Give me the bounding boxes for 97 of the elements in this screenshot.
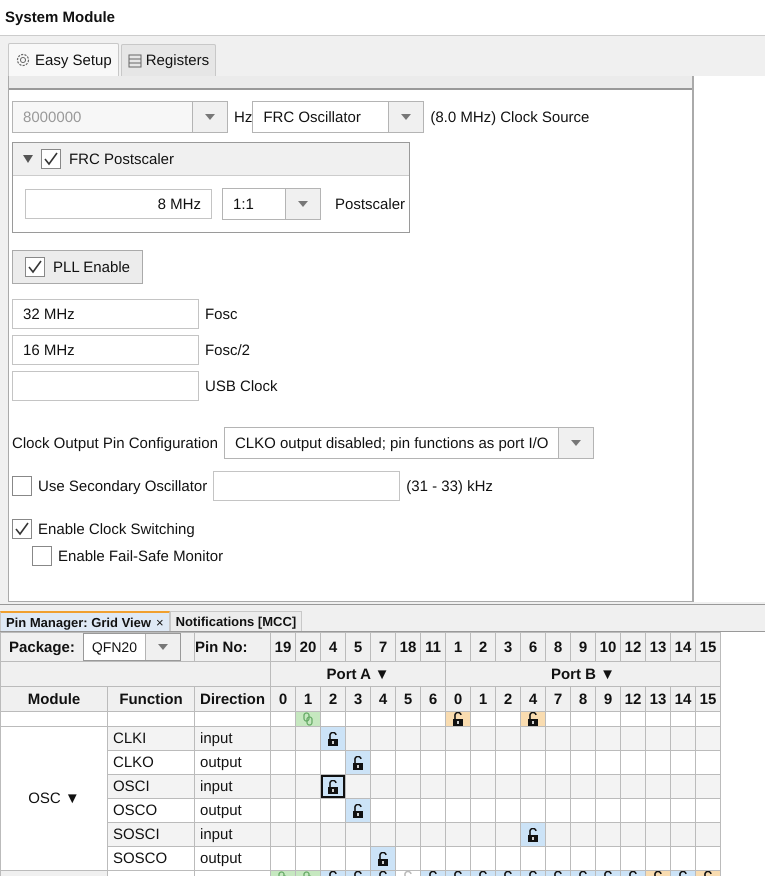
pin-cell[interactable] (520, 712, 546, 726)
table-cell: input (194, 726, 270, 750)
pin-cell[interactable] (346, 798, 370, 822)
pin-number: 5 (346, 632, 370, 662)
checkbox[interactable] (12, 519, 32, 539)
clock-source-dropdown[interactable]: FRC Oscillator (252, 101, 424, 133)
pin-number: 19 (270, 632, 296, 662)
bit-number: 15 (696, 686, 720, 712)
collapse-triangle-icon[interactable] (23, 155, 33, 163)
pin-cell[interactable] (346, 750, 370, 774)
bit-number: 2 (320, 686, 346, 712)
field-label: Fosc/2 (205, 342, 250, 358)
bit-number: 0 (446, 686, 470, 712)
package-label: Package: (9, 638, 75, 656)
column-header: Function (108, 686, 194, 712)
port-header[interactable]: Port B ▼ (446, 662, 720, 686)
pin-number: 12 (620, 632, 646, 662)
input-field[interactable] (213, 471, 400, 501)
pin-cell[interactable] (446, 712, 470, 726)
package-dropdown[interactable]: QFN20 (82, 634, 181, 660)
column-header: Direction (194, 686, 270, 712)
bit-number: 12 (620, 686, 646, 712)
clock-output-dropdown[interactable]: CLKO output disabled; pin functions as port I/O (224, 427, 594, 459)
tab[interactable]: Registers (120, 44, 216, 76)
window-title: System Module (5, 9, 116, 26)
group-title: FRC Postscaler (69, 150, 174, 168)
pin-cell[interactable] (296, 712, 320, 726)
pin-cell[interactable] (370, 846, 396, 870)
pin-number: 10 (596, 632, 620, 662)
field-label: Fosc (205, 306, 238, 322)
tab[interactable]: Pin Manager: Grid View × (0, 611, 170, 631)
pin-cell[interactable] (520, 822, 546, 846)
bit-number: 6 (420, 686, 446, 712)
table-cell: input (194, 822, 270, 846)
pin-number: 7 (370, 632, 396, 662)
bit-number: 5 (396, 686, 420, 712)
frequency-field[interactable]: 32 MHz (12, 299, 199, 329)
bit-number: 4 (520, 686, 546, 712)
bit-number: 14 (670, 686, 696, 712)
frequency-field[interactable] (12, 371, 199, 401)
frequency-field[interactable]: 8 MHz (25, 189, 212, 219)
pll-enable-toggle[interactable]: PLL Enable (12, 250, 144, 284)
checkbox-label: Use Secondary Oscillator (38, 478, 208, 494)
checkbox[interactable] (25, 257, 45, 277)
pin-number-label: Pin No: (194, 632, 270, 662)
bit-number: 13 (646, 686, 670, 712)
ratio-dropdown[interactable]: 1:1 (222, 188, 321, 220)
postscaler-label: Postscaler (335, 196, 406, 212)
checkbox-label: Enable Fail-Safe Monitor (58, 548, 224, 564)
pin-number: 6 (520, 632, 546, 662)
pin-cell[interactable] (320, 726, 346, 750)
module-cell[interactable]: OSC ▼ (0, 726, 108, 870)
pin-number: 3 (496, 632, 520, 662)
bit-number: 8 (570, 686, 596, 712)
pin-cell[interactable] (320, 774, 346, 798)
bit-number: 4 (370, 686, 396, 712)
pin-number: 20 (296, 632, 320, 662)
pin-number: 2 (470, 632, 496, 662)
pin-number: 1 (446, 632, 470, 662)
checkbox[interactable] (32, 546, 52, 566)
port-header[interactable]: Port A ▼ (270, 662, 446, 686)
bit-number: 9 (596, 686, 620, 712)
clock-source-label: Clock Source (500, 108, 590, 126)
pin-number: 18 (396, 632, 420, 662)
bit-number: 7 (546, 686, 570, 712)
checkbox[interactable] (12, 476, 32, 496)
unit-label: Hz (234, 108, 252, 126)
pin-number: 9 (570, 632, 596, 662)
clock-note: (8.0 MHz) (430, 108, 496, 126)
checkbox[interactable] (41, 149, 61, 169)
bit-number: 0 (270, 686, 296, 712)
table-cell: SOSCO (108, 846, 194, 870)
field-label: USB Clock (205, 378, 278, 394)
column-header: Module (0, 686, 108, 712)
bit-number: 1 (296, 686, 320, 712)
field-label: Clock Output Pin Configuration (12, 434, 218, 452)
pin-number: 4 (320, 632, 346, 662)
gear-icon (15, 52, 31, 68)
table-cell: output (194, 846, 270, 870)
tab[interactable]: Notifications [MCC] (170, 611, 302, 631)
table-cell: SOSCI (108, 822, 194, 846)
pin-number: 15 (696, 632, 720, 662)
bit-number: 2 (496, 686, 520, 712)
pin-number: 14 (670, 632, 696, 662)
tab[interactable]: Easy Setup (8, 43, 119, 76)
list-icon (128, 52, 142, 68)
pin-number: 11 (420, 632, 446, 662)
range-label: (31 - 33) kHz (406, 478, 493, 494)
bit-number: 3 (346, 686, 370, 712)
checkbox-label: Enable Clock Switching (38, 520, 195, 538)
pin-number: 8 (546, 632, 570, 662)
table-cell: OSCI (108, 774, 194, 798)
bit-number: 1 (470, 686, 496, 712)
table-cell: input (194, 774, 270, 798)
pin-number: 13 (646, 632, 670, 662)
frequency-field[interactable]: 16 MHz (12, 335, 199, 365)
table-cell: CLKI (108, 726, 194, 750)
